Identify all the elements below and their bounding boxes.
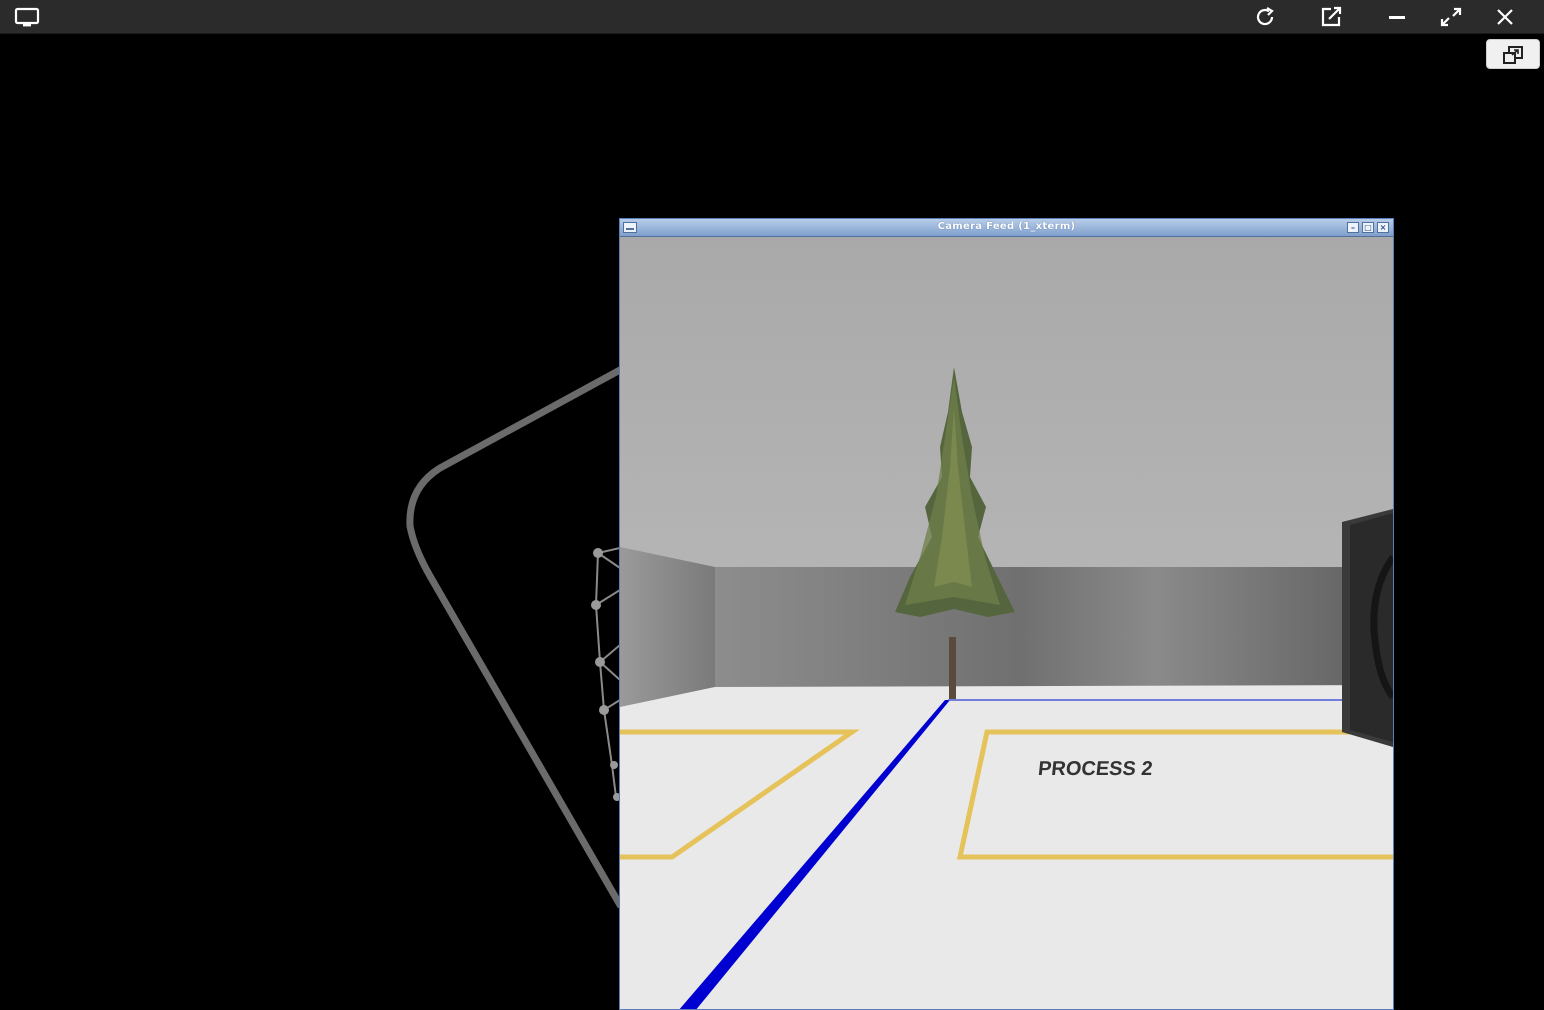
left-wall [620,547,715,707]
camera-view: PROCESS 2 S 1 [620,237,1393,1009]
scene-background [406,366,620,909]
window-titlebar[interactable]: Camera Feed (1_xterm) – □ × [620,219,1393,237]
restore-window-icon [1503,46,1523,64]
window-maximize-button[interactable]: □ [1362,222,1374,233]
monitor-icon[interactable] [12,4,42,30]
refresh-icon[interactable] [1250,4,1280,30]
restore-window-button[interactable] [1486,39,1540,69]
close-icon[interactable] [1490,4,1520,30]
camera-feed-window[interactable]: Camera Feed (1_xterm) – □ × PROCESS 2 [619,218,1394,1010]
back-wall [715,567,1393,697]
robot-wireframe [594,547,620,798]
viewer-toolbar [0,0,1544,34]
window-title: Camera Feed (1_xterm) [937,221,1076,232]
fullscreen-icon[interactable] [1436,4,1466,30]
external-link-icon[interactable] [1316,4,1346,30]
window-close-button[interactable]: × [1377,222,1389,233]
minimize-icon[interactable] [1382,4,1412,30]
floor-label-process-2: PROCESS 2 [1037,758,1154,780]
window-minimize-button[interactable]: – [1347,222,1359,233]
